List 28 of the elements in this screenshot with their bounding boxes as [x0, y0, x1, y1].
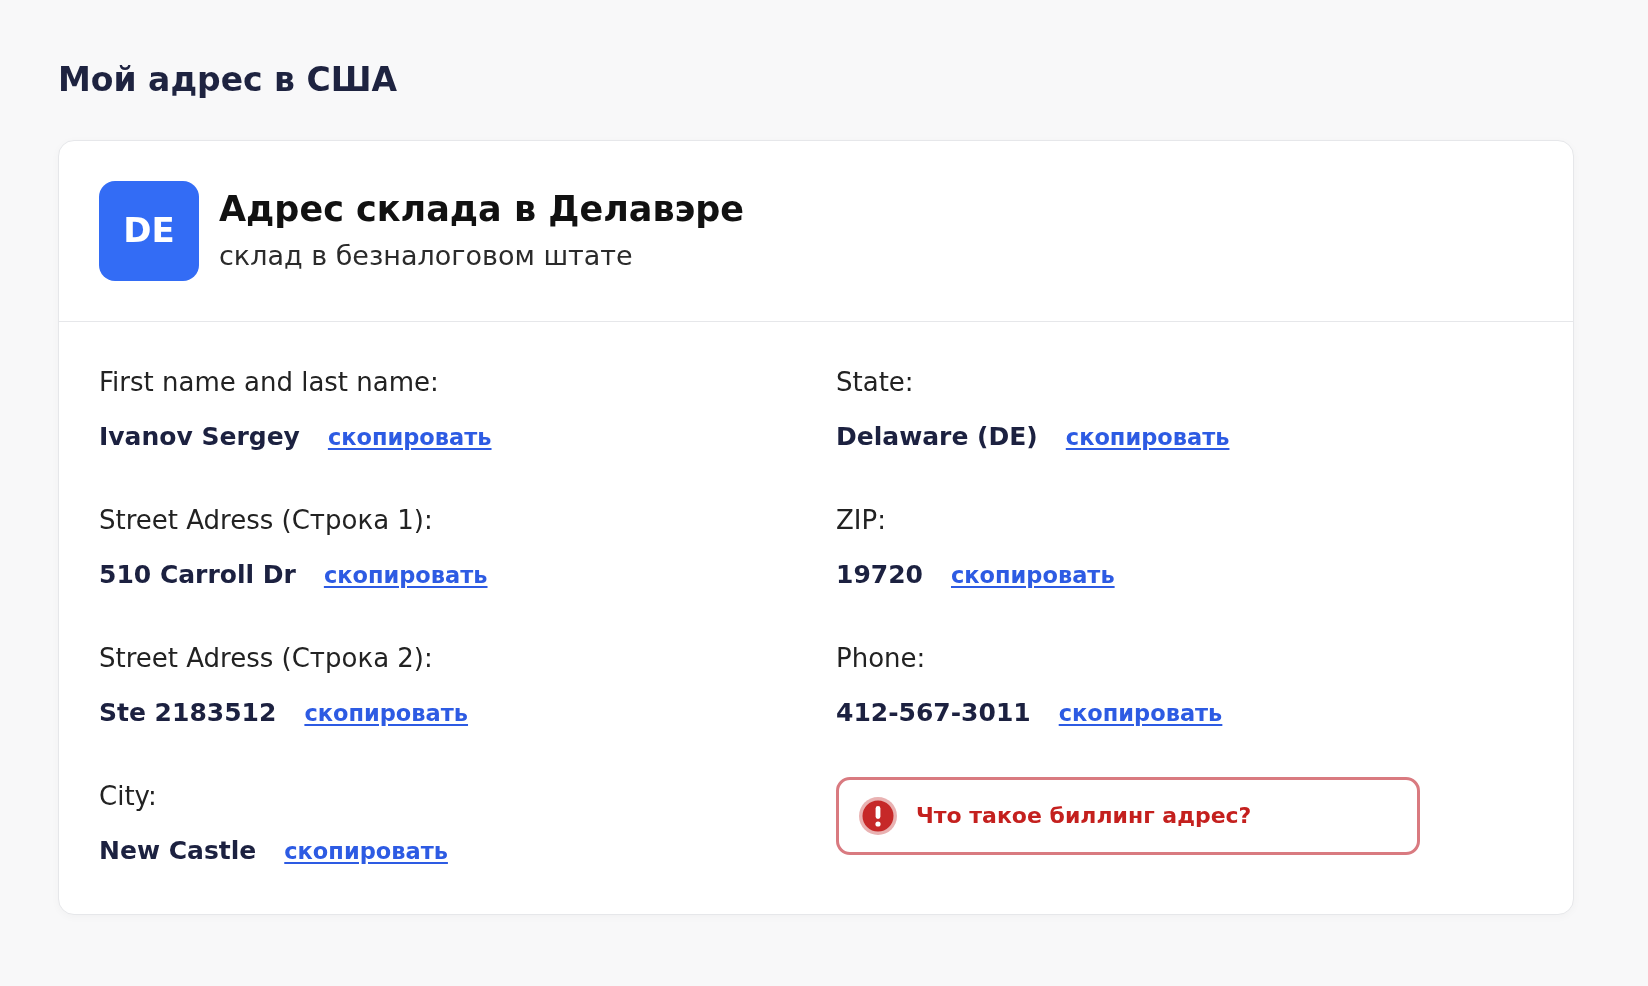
field-value: Ivanov Sergey: [99, 420, 300, 453]
field-value: 412-567-3011: [836, 696, 1031, 729]
warehouse-subtitle: склад в безналоговом штате: [219, 240, 633, 273]
warehouse-title: Адрес склада в Делавэре: [219, 188, 745, 231]
copy-link[interactable]: скопировать: [327, 418, 492, 455]
copy-link[interactable]: скопировать: [323, 556, 488, 593]
field-value: 19720: [836, 558, 923, 591]
copy-link[interactable]: скопировать: [951, 556, 1115, 593]
field-label: State:: [836, 366, 914, 398]
page-title: Мой адрес в США: [58, 60, 397, 100]
field-value: Delaware (DE): [836, 420, 1038, 453]
copy-link[interactable]: скопировать: [1065, 418, 1230, 455]
field-label: Phone:: [836, 642, 926, 674]
field-value: 510 Carroll Dr: [99, 558, 296, 591]
field-label: Street Adress (Строка 2):: [99, 642, 433, 674]
field-value: Ste 2183512: [99, 696, 277, 729]
field-label: City:: [99, 780, 157, 812]
field-label: Street Adress (Строка 1):: [99, 504, 433, 536]
billing-info-box[interactable]: Что такое биллинг адрес?: [836, 776, 1420, 855]
state-badge: DE: [99, 180, 199, 281]
billing-question: Что такое биллинг адрес?: [916, 802, 1252, 831]
copy-link[interactable]: скопировать: [1058, 694, 1223, 731]
copy-link[interactable]: скопировать: [304, 694, 469, 731]
field-label: ZIP:: [836, 504, 886, 536]
field-value: New Castle: [99, 834, 257, 867]
field-label: First name and last name:: [99, 366, 439, 398]
copy-link[interactable]: скопировать: [284, 832, 448, 869]
alert-icon: [859, 796, 897, 835]
